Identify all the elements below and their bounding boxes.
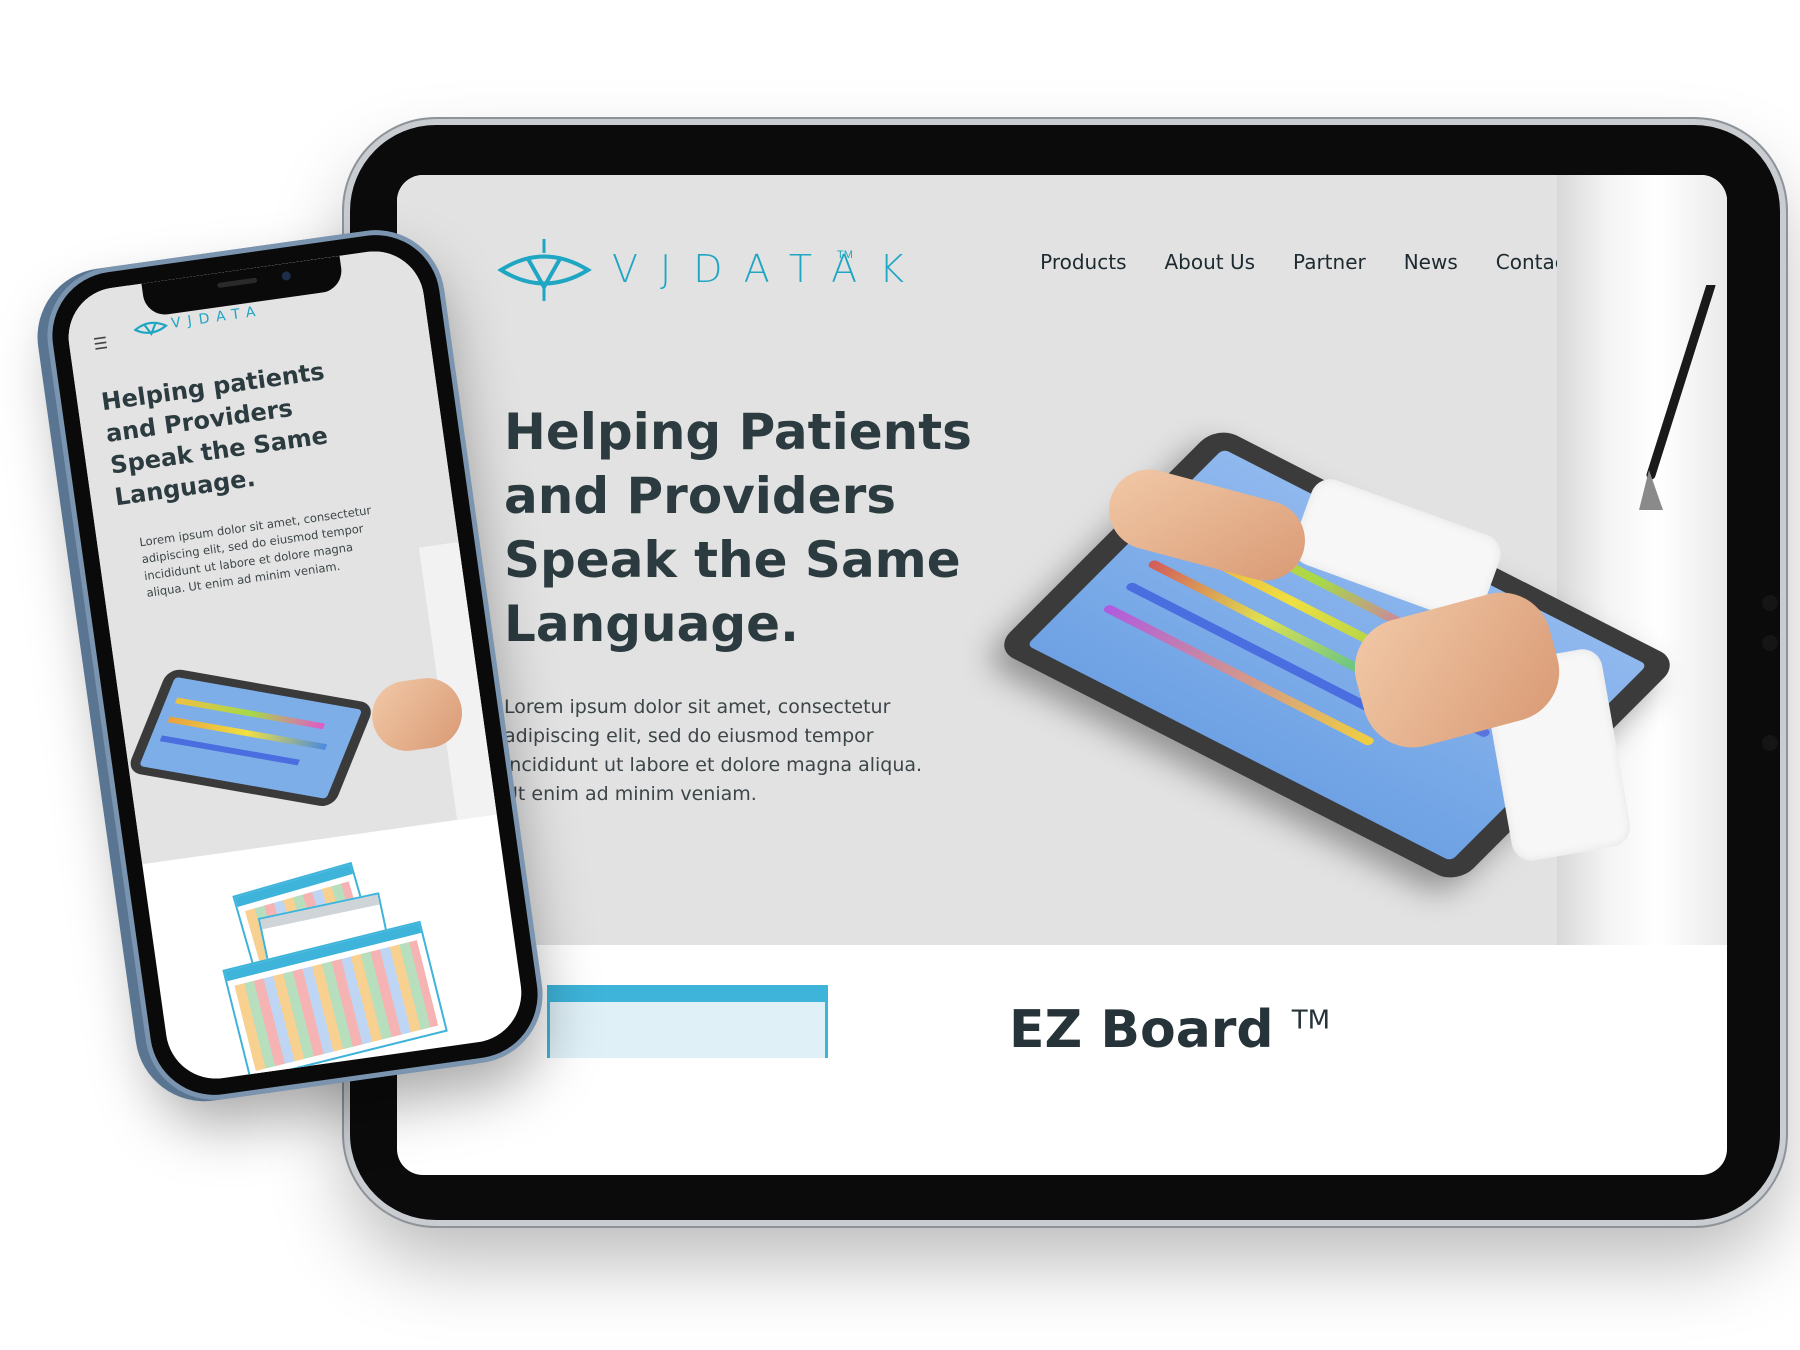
nav-news[interactable]: News (1404, 250, 1458, 274)
stethoscope-image (1639, 285, 1716, 510)
mobile-held-tablet-image (126, 667, 376, 809)
nav-about-us[interactable]: About Us (1164, 250, 1255, 274)
mobile-hero-section: ☰ VJDATAK Helping patients and Providers… (62, 244, 497, 865)
hamburger-menu-icon[interactable]: ☰ (92, 333, 109, 355)
main-nav: Products About Us Partner News Contact U… (1040, 250, 1605, 274)
tablet-side-sensors (1758, 595, 1784, 815)
tablet-screen: VJDATAK TM Products About Us Partner New… (397, 175, 1727, 1175)
vidatak-logo-mark-icon (497, 239, 592, 301)
mobile-hero-title: Helping patients and Providers Speak the… (99, 357, 330, 512)
mobile-hero-body: Lorem ipsum dolor sit amet, consectetur … (138, 502, 373, 600)
phone-side-button (51, 430, 65, 472)
ez-board-preview-image (547, 985, 828, 1058)
nav-products[interactable]: Products (1040, 250, 1126, 274)
nav-partner[interactable]: Partner (1293, 250, 1366, 274)
tablet-device-frame: VJDATAK TM Products About Us Partner New… (350, 125, 1780, 1220)
logo-wordmark: VJDATAK (612, 247, 927, 291)
mobile-logo-mark-icon (133, 321, 169, 337)
hero-title: Helping Patients and Providers Speak the… (504, 403, 972, 653)
hero-body: Lorem ipsum dolor sit amet, consectetur … (504, 696, 923, 805)
hero-section: VJDATAK TM Products About Us Partner New… (397, 175, 1727, 945)
ez-board-title: EZ Board TM (1009, 1000, 1331, 1060)
logo-trademark: TM (837, 249, 853, 261)
site-logo[interactable]: VJDATAK TM (497, 235, 904, 305)
